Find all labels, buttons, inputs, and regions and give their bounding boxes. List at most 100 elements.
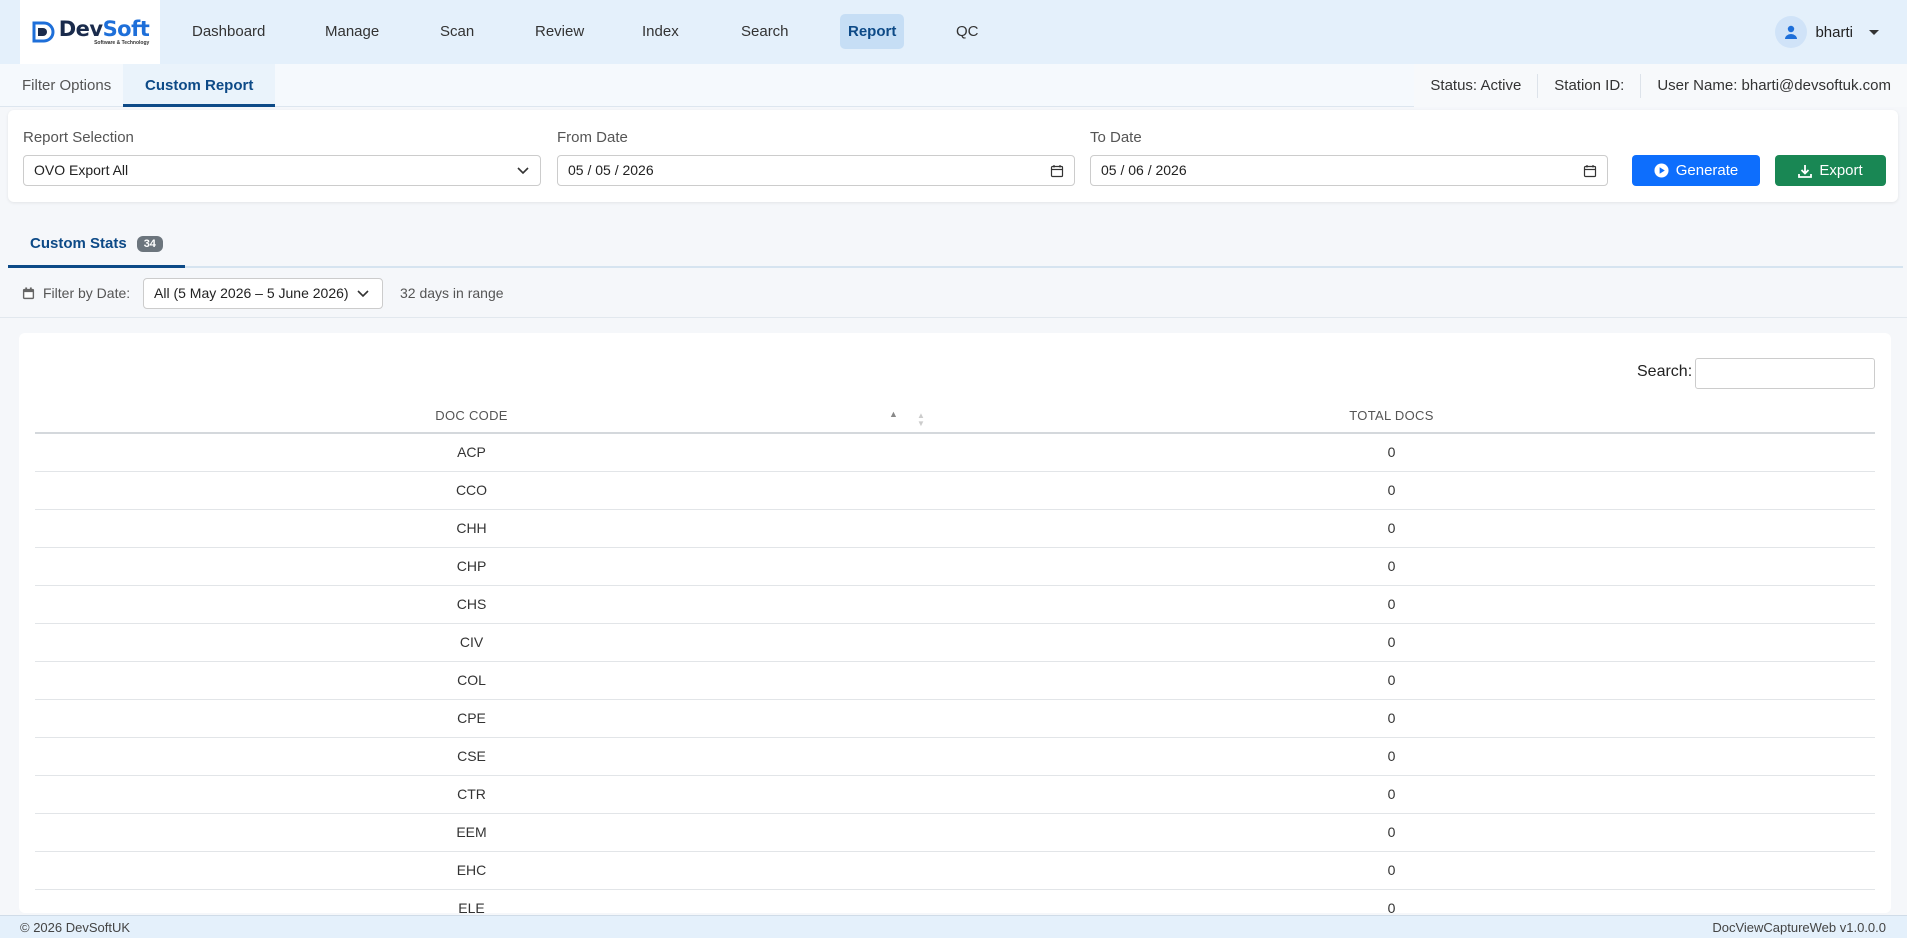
total-docs-header-label: TOTAL DOCS bbox=[1349, 408, 1434, 423]
total-docs-cell: 0 bbox=[1387, 558, 1396, 574]
table-row: EEM 0 bbox=[35, 814, 1875, 852]
total-docs-cell: 0 bbox=[1387, 482, 1396, 498]
doc-code-cell: CHP bbox=[456, 558, 487, 574]
total-docs-cell: 0 bbox=[1387, 862, 1396, 878]
nav-search[interactable]: Search bbox=[733, 14, 797, 49]
play-circle-icon bbox=[1654, 163, 1669, 178]
doc-code-header-label: DOC CODE bbox=[435, 408, 508, 423]
total-docs-cell: 0 bbox=[1387, 444, 1396, 460]
total-docs-cell: 0 bbox=[1387, 596, 1396, 612]
doc-code-cell: CTR bbox=[457, 786, 486, 802]
doc-code-cell: EEM bbox=[456, 824, 487, 840]
devsoft-logo-icon bbox=[32, 21, 55, 43]
total-docs-cell: 0 bbox=[1387, 520, 1396, 536]
date-filter-label: Filter by Date: bbox=[43, 285, 131, 301]
nav-qc[interactable]: QC bbox=[948, 14, 987, 49]
table-body: ACP 0 CCO 0 CHH 0 CHP 0 CHS 0 CIV 0 COL 0 CPE 0 CSE 0 CTR 0… bbox=[35, 434, 1875, 913]
report-selection-label: Report Selection bbox=[23, 129, 134, 146]
from-date-input[interactable]: 05 / 05 / 2026 bbox=[557, 155, 1075, 186]
user-name: bharti bbox=[1815, 23, 1853, 41]
nav-scan[interactable]: Scan bbox=[432, 14, 482, 49]
stats-tab-bar: Custom Stats 34 bbox=[8, 222, 1903, 268]
page-footer: © 2026 DevSoftUK DocViewCaptureWeb v1.0.… bbox=[0, 915, 1907, 938]
date-filter-value: All (5 May 2026 – 5 June 2026) bbox=[154, 285, 349, 301]
username-text: User Name: bharti@devsoftuk.com bbox=[1640, 73, 1907, 98]
logo-title-dev: Dev bbox=[58, 16, 103, 41]
doc-code-cell: ELE bbox=[458, 900, 485, 913]
date-filter-label-group: Filter by Date: bbox=[22, 285, 130, 301]
column-header-total-docs[interactable]: TOTAL DOCS bbox=[908, 399, 1875, 432]
table-row: ACP 0 bbox=[35, 434, 1875, 472]
to-date-label: To Date bbox=[1090, 129, 1142, 146]
doc-code-cell: COL bbox=[457, 672, 486, 688]
table-row: CHP 0 bbox=[35, 548, 1875, 586]
doc-code-cell: CSE bbox=[457, 748, 486, 764]
custom-stats-label: Custom Stats bbox=[30, 235, 127, 252]
table-row: EHC 0 bbox=[35, 852, 1875, 890]
caret-down-icon bbox=[1869, 29, 1879, 35]
generate-button-label: Generate bbox=[1675, 162, 1739, 179]
top-navbar: DevSoft Software & Technology Dashboard … bbox=[0, 0, 1907, 64]
column-header-doc-code[interactable]: DOC CODE bbox=[35, 399, 908, 432]
table-search-label: Search: bbox=[1637, 363, 1693, 380]
doc-code-cell: CCO bbox=[455, 482, 488, 498]
generate-button[interactable]: Generate bbox=[1632, 155, 1760, 186]
to-date-input[interactable]: 05 / 06 / 2026 bbox=[1090, 155, 1608, 186]
user-avatar-icon bbox=[1775, 16, 1808, 48]
from-date-label: From Date bbox=[557, 129, 628, 146]
export-button[interactable]: Export bbox=[1775, 155, 1886, 186]
footer-version: DocViewCaptureWeb v1.0.0.0 bbox=[1712, 920, 1886, 935]
table-row: CHS 0 bbox=[35, 586, 1875, 624]
table-row: CCO 0 bbox=[35, 472, 1875, 510]
nav-report[interactable]: Report bbox=[840, 14, 905, 49]
total-docs-cell: 0 bbox=[1387, 672, 1396, 688]
sort-asc-icon[interactable]: ▲ bbox=[889, 410, 898, 419]
chevron-down-icon bbox=[517, 167, 529, 175]
table-search-input[interactable] bbox=[1695, 358, 1875, 389]
calendar-icon[interactable] bbox=[1583, 164, 1597, 178]
user-menu[interactable]: bharti bbox=[1775, 15, 1879, 49]
doc-code-cell: CPE bbox=[457, 710, 486, 726]
status-strip: Status: Active Station ID: User Name: bh… bbox=[1414, 64, 1907, 107]
chevron-down-icon bbox=[357, 290, 369, 298]
nav-index[interactable]: Index bbox=[634, 14, 687, 49]
table-row: CIV 0 bbox=[35, 624, 1875, 662]
table-row: CPE 0 bbox=[35, 700, 1875, 738]
doc-code-cell: ACP bbox=[457, 444, 486, 460]
table-row: ELE 0 bbox=[35, 890, 1875, 913]
table-row: CTR 0 bbox=[35, 776, 1875, 814]
date-filter-select[interactable]: All (5 May 2026 – 5 June 2026) bbox=[143, 278, 383, 309]
to-date-value: 05 / 06 / 2026 bbox=[1101, 162, 1187, 178]
doc-code-cell: CHH bbox=[456, 520, 487, 536]
report-filter-panel: Report Selection OVO Export All From Dat… bbox=[8, 110, 1898, 202]
logo-subtitle: Software & Technology bbox=[94, 39, 150, 46]
nav-dashboard[interactable]: Dashboard bbox=[184, 14, 273, 49]
days-in-range-text: 32 days in range bbox=[400, 285, 504, 301]
tab-custom-report[interactable]: Custom Report bbox=[123, 64, 276, 107]
report-selection-select[interactable]: OVO Export All bbox=[23, 155, 541, 186]
total-docs-cell: 0 bbox=[1387, 786, 1396, 802]
total-docs-cell: 0 bbox=[1387, 634, 1396, 650]
from-date-value: 05 / 05 / 2026 bbox=[568, 162, 654, 178]
date-filter-row: Filter by Date: All (5 May 2026 – 5 June… bbox=[0, 270, 1907, 318]
report-selection-value: OVO Export All bbox=[34, 162, 129, 178]
footer-copyright: © 2026 DevSoftUK bbox=[20, 920, 131, 935]
brand-logo[interactable]: DevSoft Software & Technology bbox=[20, 0, 160, 64]
custom-stats-count-badge: 34 bbox=[136, 235, 163, 252]
tab-custom-stats[interactable]: Custom Stats 34 bbox=[8, 222, 185, 268]
custom-stats-table-card: Search: DOC CODE ▲ ▲ ▼ TOTAL DOCS ACP 0 CCO… bbox=[19, 333, 1891, 913]
calendar-icon bbox=[22, 286, 35, 299]
nav-review[interactable]: Review bbox=[527, 14, 592, 49]
status-text: Status: Active bbox=[1430, 76, 1522, 94]
download-icon bbox=[1798, 164, 1813, 178]
station-id-text: Station ID: bbox=[1537, 73, 1640, 98]
total-docs-cell: 0 bbox=[1387, 748, 1396, 764]
nav-manage[interactable]: Manage bbox=[317, 14, 387, 49]
calendar-icon[interactable] bbox=[1050, 164, 1064, 178]
export-button-label: Export bbox=[1819, 162, 1863, 179]
total-docs-cell: 0 bbox=[1387, 710, 1396, 726]
tab-filter-options[interactable]: Filter Options bbox=[0, 64, 133, 107]
logo-title-soft: Soft bbox=[102, 16, 150, 41]
table-row: COL 0 bbox=[35, 662, 1875, 700]
total-docs-cell: 0 bbox=[1387, 900, 1396, 913]
